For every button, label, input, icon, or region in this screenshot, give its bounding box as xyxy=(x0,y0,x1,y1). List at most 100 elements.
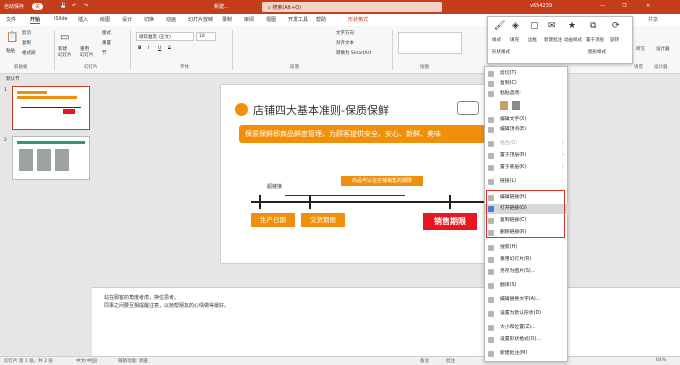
voice-button[interactable]: 听写 xyxy=(636,46,645,52)
text-direction-button[interactable]: 文字方向 xyxy=(336,30,354,36)
menu-size-position[interactable]: 大小和位置(Z)... xyxy=(485,323,569,333)
shape-format-button[interactable]: 形状格式 xyxy=(492,49,510,55)
menu-edit-text[interactable]: 编辑文字(X) xyxy=(485,115,569,125)
rotate-icon[interactable]: ⟳ xyxy=(612,21,620,31)
redo-icon[interactable]: ↷ xyxy=(84,3,88,9)
paste-picture-icon[interactable] xyxy=(512,101,520,110)
bring-front-icon[interactable]: ⧉ xyxy=(590,21,596,31)
align-text-button[interactable]: 对齐文本 xyxy=(336,40,354,46)
bring-front-button[interactable]: 置于顶层 xyxy=(586,37,604,43)
search-box[interactable]: ⌕ 搜索(Alt+Q) xyxy=(262,2,442,12)
new-slide-button[interactable]: 新建 幻灯片 xyxy=(58,46,72,58)
menu-set-default-shape[interactable]: 设置为默认形状(D) xyxy=(485,309,569,319)
tab-islide[interactable]: iSlide xyxy=(54,16,68,22)
menu-paste-icons[interactable] xyxy=(485,99,569,113)
section-button[interactable]: 节 xyxy=(102,50,107,56)
tab-transitions[interactable]: 切换 xyxy=(144,16,154,23)
menu-alt-text[interactable]: 编辑替换文字(A)... xyxy=(485,295,569,305)
selected-shape[interactable] xyxy=(457,101,479,115)
box-sales-deadline[interactable]: 销售期限 xyxy=(423,213,477,230)
box-delivery-deadline[interactable]: 交货期限 xyxy=(301,213,345,227)
menu-translate[interactable]: 翻译(S) xyxy=(485,281,569,291)
outline-button[interactable]: 边框 xyxy=(528,37,537,43)
tab-record[interactable]: 录制 xyxy=(222,16,232,23)
menu-edit-points[interactable]: 编辑顶点(E) xyxy=(485,125,569,135)
tab-slideshow[interactable]: 幻灯片放映 xyxy=(188,16,213,23)
menu-link[interactable]: 链接(L) xyxy=(485,177,569,187)
rotate-button[interactable]: 旋转 xyxy=(610,37,619,43)
user-name[interactable]: v654239 xyxy=(530,3,552,9)
hyperlink-text[interactable]: 超链接 xyxy=(267,183,282,190)
menu-bring-front[interactable]: 置于顶层(R) › xyxy=(485,151,569,161)
banner-text[interactable]: 保质保鲜即商品鲜度管理，为顾客提供安全、安心、新鲜、美味 xyxy=(239,125,499,143)
tab-shape-format[interactable]: 形状格式 xyxy=(348,16,368,23)
tab-view[interactable]: 视图 xyxy=(266,16,276,23)
animation-icon[interactable]: ★ xyxy=(568,21,576,31)
paste-keep-format-icon[interactable] xyxy=(500,101,508,110)
slide-title[interactable]: 店铺四大基本准则-保质保鲜 xyxy=(253,102,389,118)
fill-button[interactable]: 填充 xyxy=(510,37,519,43)
language-status[interactable]: 中文(中国) xyxy=(76,358,98,364)
smartart-button[interactable]: 转换为 SmartArt xyxy=(336,50,371,56)
designer-button[interactable]: 设计器 xyxy=(656,46,670,52)
slide-thumbnail-2[interactable] xyxy=(12,136,90,180)
reuse-slide-button[interactable]: 重用 幻灯片 xyxy=(80,46,94,58)
graphic-style-button[interactable]: 图形样式 xyxy=(588,49,606,55)
menu-reuse-slides[interactable]: 重用幻灯片(R) xyxy=(485,255,569,265)
menu-format-shape[interactable]: 设置形状格式(O)... xyxy=(485,335,569,345)
save-icon[interactable]: 💾 xyxy=(60,3,66,9)
copy-button[interactable]: 复制 xyxy=(22,40,31,46)
slide-thumbnail-1[interactable] xyxy=(12,86,90,130)
zoom-level[interactable]: 64% xyxy=(656,358,666,363)
fill-icon[interactable]: ◈ xyxy=(512,21,519,31)
layout-button[interactable]: 版式 xyxy=(102,30,111,36)
restore-icon[interactable]: ❐ xyxy=(622,3,626,9)
timeline-tick xyxy=(309,195,311,209)
menu-search[interactable]: 搜索(H) xyxy=(485,243,569,253)
tab-file[interactable]: 文件 xyxy=(6,16,16,23)
close-icon[interactable]: ✕ xyxy=(646,3,650,9)
menu-send-back[interactable]: 置于底层(K) › xyxy=(485,163,569,173)
tab-developer[interactable]: 开发工具 xyxy=(288,16,308,23)
paste-icon[interactable]: 📋 xyxy=(6,32,18,43)
bold-button[interactable]: B xyxy=(138,46,141,51)
style-button[interactable]: 样式 xyxy=(492,37,501,43)
tab-draw[interactable]: 绘图 xyxy=(100,16,110,23)
shapes-gallery[interactable] xyxy=(398,32,462,54)
accessibility-status[interactable]: 辅助功能: 调查 xyxy=(118,358,148,364)
animation-button[interactable]: 动画样式 xyxy=(564,37,582,43)
box-production-date[interactable]: 生产日期 xyxy=(251,213,295,227)
format-painter-button[interactable]: 格式刷 xyxy=(22,50,36,56)
font-name-select[interactable]: 微软雅黑 (正文) xyxy=(136,32,194,41)
menu-copy[interactable]: 复制(C) xyxy=(485,79,569,89)
tab-home[interactable]: 开始 xyxy=(30,16,41,24)
notes-pane[interactable]: 站在顾客的角度考虑，换位思考。 同事之间要互相提醒注意，以她帮朋友的心情做得最好… xyxy=(92,287,680,356)
paste-button[interactable]: 粘贴 xyxy=(6,48,15,54)
notes-toggle[interactable]: 备注 xyxy=(420,358,429,364)
minimize-icon[interactable]: — xyxy=(600,3,605,9)
tab-animations[interactable]: 动画 xyxy=(166,16,176,23)
strike-button[interactable]: S xyxy=(168,46,171,51)
underline-button[interactable]: U xyxy=(158,46,161,51)
tab-help[interactable]: 帮助 xyxy=(316,16,326,23)
tab-design[interactable]: 设计 xyxy=(122,16,132,23)
new-comment-button[interactable]: 新建批注 xyxy=(544,37,562,43)
undo-icon[interactable]: ↶ xyxy=(72,3,76,9)
comment-icon[interactable]: ✉ xyxy=(548,21,556,31)
comments-toggle[interactable]: 批注 xyxy=(446,358,455,364)
autosave-toggle[interactable]: 关 xyxy=(32,3,44,10)
reset-button[interactable]: 重置 xyxy=(102,40,111,46)
share-button[interactable]: 共享 xyxy=(648,16,658,23)
font-size-select[interactable]: 18 xyxy=(196,32,216,41)
new-slide-icon[interactable]: ▭ xyxy=(60,32,69,43)
tab-review[interactable]: 审阅 xyxy=(244,16,254,23)
menu-new-comment[interactable]: 新建批注(M) xyxy=(485,349,569,359)
cut-button[interactable]: 剪切 xyxy=(22,30,31,36)
style-icon[interactable]: 🖌 xyxy=(494,21,505,31)
tab-insert[interactable]: 插入 xyxy=(78,16,88,23)
outline-icon[interactable]: ▢ xyxy=(530,21,539,31)
menu-save-as-picture[interactable]: 另存为图片(S)... xyxy=(485,267,569,277)
hint-label[interactable]: 商品可以在店铺销售的期限 xyxy=(341,176,423,186)
menu-cut[interactable]: 剪切(T) xyxy=(485,69,569,79)
italic-button[interactable]: I xyxy=(148,46,149,51)
